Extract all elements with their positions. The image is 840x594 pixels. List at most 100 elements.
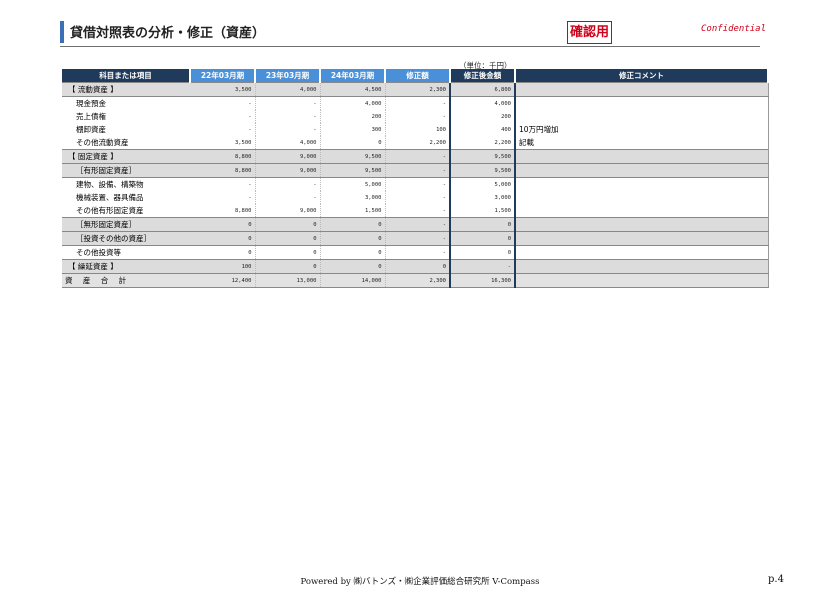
value-fy24: 300 — [320, 123, 386, 136]
value-fy24: 1,500 — [320, 204, 386, 218]
adjustment-comment: 記載 — [515, 136, 769, 150]
value-fy23: 0 — [255, 259, 321, 274]
value-adjusted-amount: - — [450, 259, 516, 274]
column-header-fy24: 24年03月期 — [320, 69, 386, 83]
value-fy23: 0 — [255, 245, 321, 260]
value-fy22: 3,500 — [190, 136, 256, 150]
value-fy23: 9,000 — [255, 204, 321, 218]
value-fy22: 8,800 — [190, 204, 256, 218]
value-fy23: - — [255, 96, 321, 110]
row-label: ［有形固定資産］ — [62, 163, 190, 178]
value-fy23: 0 — [255, 231, 321, 246]
value-fy23: 9,000 — [255, 149, 321, 164]
value-fy22: - — [190, 191, 256, 204]
table-row: 売上債権 - -200-200 — [62, 110, 769, 123]
value-fy22: 8,800 — [190, 149, 256, 164]
table-row: その他流動資産 3,500 4,000 0 2,200 2,200 記載 — [62, 136, 769, 150]
confidential-label: Confidential — [701, 24, 767, 34]
adjustment-comment — [515, 259, 769, 274]
value-fy24: 0 — [320, 136, 386, 150]
value-adjusted-amount: 200 — [450, 110, 516, 123]
value-fy23: 0 — [255, 217, 321, 232]
value-fy22: 3,500 — [190, 82, 256, 97]
value-adjusted-amount: 400 — [450, 123, 516, 136]
value-adjusted-amount: 0 — [450, 217, 516, 232]
value-fy23: 9,000 — [255, 163, 321, 178]
row-label: 【 流動資産 】 — [62, 82, 190, 97]
value-adjustment: - — [385, 204, 451, 218]
value-adjustment: - — [385, 110, 451, 123]
row-label: その他投資等 — [62, 245, 190, 260]
row-label: その他流動資産 — [62, 136, 190, 150]
title-accent-bar — [60, 21, 64, 43]
footer-credit: Powered by ㈱バトンズ・㈱企業評価総合研究所 V-Compass — [300, 577, 540, 587]
value-adjusted-amount: 5,000 — [450, 177, 516, 191]
row-label: 棚卸資産 — [62, 123, 190, 136]
row-label: 資 産 合 計 — [62, 273, 190, 288]
value-adjustment: - — [385, 177, 451, 191]
page-number: p.4 — [768, 574, 784, 585]
value-fy24: 0 — [320, 217, 386, 232]
adjustment-comment — [515, 204, 769, 218]
row-label: 売上債権 — [62, 110, 190, 123]
value-fy24: 3,000 — [320, 191, 386, 204]
value-adjusted-amount: 9,500 — [450, 163, 516, 178]
row-label: ［投資その他の資産］ — [62, 231, 190, 246]
column-header-adjusted-amount: 修正後金額 — [450, 69, 516, 83]
row-label: ［無形固定資産］ — [62, 217, 190, 232]
value-adjusted-amount: 2,200 — [450, 136, 516, 150]
value-adjusted-amount: 16,300 — [450, 273, 516, 288]
value-adjustment: - — [385, 245, 451, 260]
value-fy23: - — [255, 123, 321, 136]
adjustment-comment — [515, 149, 769, 164]
table-row: 【 繰延資産 】 100 0 0 0- — [62, 259, 769, 274]
value-fy24: 9,500 — [320, 163, 386, 178]
value-fy22: 0 — [190, 245, 256, 260]
value-adjusted-amount: 0 — [450, 231, 516, 246]
value-fy22: 0 — [190, 217, 256, 232]
row-label: 【 繰延資産 】 — [62, 259, 190, 274]
table-row: ［有形固定資産］ 8,800 9,000 9,500-9,500 — [62, 163, 769, 178]
table-row: 現金預金 - -4,000-4,000 — [62, 96, 769, 110]
adjustment-comment — [515, 163, 769, 178]
value-adjustment: - — [385, 191, 451, 204]
value-adjustment: 2,200 — [385, 136, 451, 150]
value-fy22: 8,800 — [190, 163, 256, 178]
value-fy24: 4,000 — [320, 96, 386, 110]
column-header-adjustment: 修正額 — [385, 69, 451, 83]
row-label: 建物、設備、構築物 — [62, 177, 190, 191]
column-header-item: 科目または項目 — [62, 69, 191, 83]
adjustment-comment: 10万円増加 — [515, 123, 769, 136]
value-fy22: - — [190, 123, 256, 136]
adjustment-comment — [515, 245, 769, 260]
adjustment-comment — [515, 217, 769, 232]
row-label: 【 固定資産 】 — [62, 149, 190, 164]
value-adjustment: 0 — [385, 259, 451, 274]
adjustment-comment — [515, 110, 769, 123]
adjustment-comment — [515, 82, 769, 97]
table-row: その他有形固定資産 8,800 9,000 1,500-1,500 — [62, 204, 769, 218]
table-row: 建物、設備、構築物 - -5,000-5,000 — [62, 177, 769, 191]
value-adjustment: 2,300 — [385, 273, 451, 288]
value-adjusted-amount: 9,500 — [450, 149, 516, 164]
adjustment-comment — [515, 231, 769, 246]
table-row: 【 流動資産 】 3,500 4,000 4,500 2,300 6,800 — [62, 82, 769, 97]
row-label: 現金預金 — [62, 96, 190, 110]
value-fy23: - — [255, 177, 321, 191]
page-header: 貸借対照表の分析・修正（資産） — [60, 18, 760, 48]
value-fy23: 4,000 — [255, 82, 321, 97]
adjustment-comment — [515, 273, 769, 288]
table-header-row: 科目または項目 22年03月期 23年03月期 24年03月期 修正額 修正後金… — [62, 69, 769, 83]
value-fy22: - — [190, 110, 256, 123]
table-row: 資 産 合 計 12,400 13,000 14,000 2,300 16,300 — [62, 273, 769, 288]
value-adjustment: - — [385, 231, 451, 246]
title-divider — [60, 46, 760, 47]
value-adjusted-amount: 1,500 — [450, 204, 516, 218]
value-fy24: 0 — [320, 231, 386, 246]
value-adjusted-amount: 3,000 — [450, 191, 516, 204]
value-adjusted-amount: 0 — [450, 245, 516, 260]
adjustment-comment — [515, 96, 769, 110]
table-row: ［無形固定資産］ 0 0 0-0 — [62, 217, 769, 232]
value-fy24: 0 — [320, 259, 386, 274]
column-header-fy23: 23年03月期 — [255, 69, 321, 83]
